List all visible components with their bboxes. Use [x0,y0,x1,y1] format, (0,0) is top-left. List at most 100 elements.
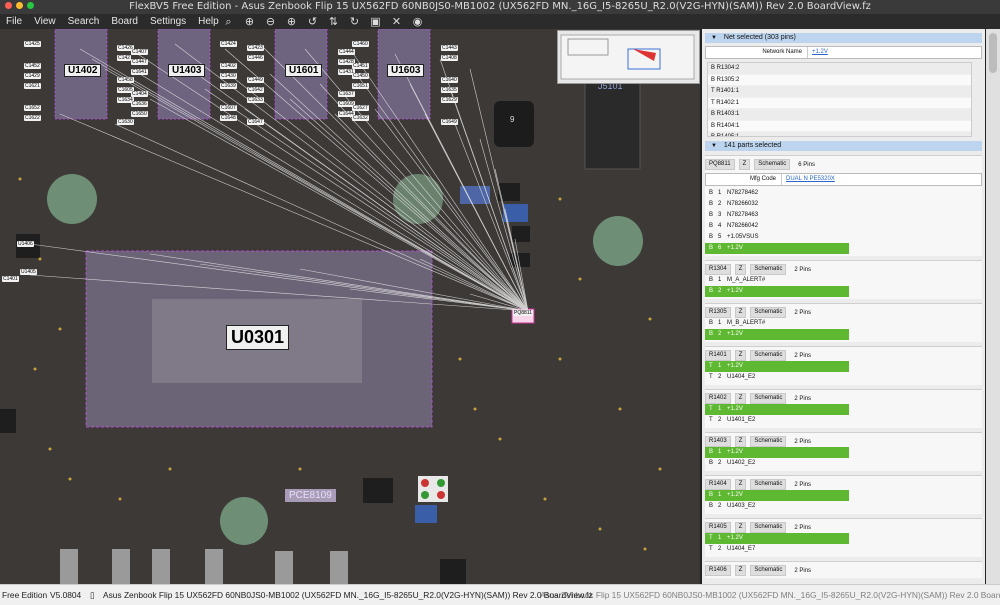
part-pin-row[interactable]: B 2 +1.2V [705,329,849,340]
mfg-code-value[interactable]: DUAL N PE5320X [782,174,835,185]
capacitor-tag[interactable]: C1636 [131,101,148,107]
capacitor-tag[interactable]: C1630 [117,119,134,125]
collapse-triangle-icon[interactable]: ▼ [711,33,717,43]
part-pin-row[interactable]: B 4 N78266042 [705,221,849,232]
net-pin-row[interactable]: T R1401:1 [708,86,971,98]
net-pin-row[interactable]: T R1402:1 [708,98,971,109]
rotate-cw-icon[interactable]: ↻ [344,14,365,29]
part-pin-row[interactable]: B 2 +1.2V [705,286,849,297]
capacitor-tag[interactable]: C1402 [220,63,237,69]
part-pin-row[interactable]: B 1 +1.2V [705,490,849,501]
fit-selection-icon[interactable]: ▣ [365,14,386,29]
part-pin-row[interactable]: B 1 M_B_ALERT# [705,318,849,329]
menu-file[interactable]: File [0,16,28,27]
search-icon[interactable]: ⌕ [218,14,239,29]
capacitor-tag[interactable]: C1452 [24,63,41,69]
part-pin-row[interactable]: T 2 U1401_E2 [705,415,849,426]
capacitor-tag[interactable]: C1429 [24,73,41,79]
capacitor-tag[interactable]: C1635 [441,87,458,93]
capacitor-tag[interactable]: C1647 [247,119,264,125]
rotate-ccw-icon[interactable]: ↺ [302,14,323,29]
part-ref-button[interactable]: R1305 [705,307,731,318]
capacitor-tag[interactable]: C1443 [441,45,458,51]
capacitor-tag[interactable]: C1451 [352,63,369,69]
capacitor-tag[interactable]: C1650 [131,111,148,117]
part-pin-row[interactable]: T 2 U1404_E2 [705,372,849,383]
zoom-part-button[interactable]: Z [734,565,747,576]
capacitor-tag[interactable]: C1424 [220,41,237,47]
zoom-part-button[interactable]: Z [734,307,747,318]
block-9-label[interactable]: 9 [510,115,514,124]
menu-settings[interactable]: Settings [144,16,192,27]
scrollbar-thumb[interactable] [989,33,997,73]
capacitor-tag[interactable]: C1652 [24,105,41,111]
net-selected-header[interactable]: ▼ Net selected (303 pins) [705,33,982,43]
maximize-window-icon[interactable] [27,2,34,9]
net-pin-row[interactable]: B R1403:1 [708,109,971,121]
u1603-label[interactable]: U1603 [387,64,425,77]
part-pin-row[interactable]: T 1 +1.2V [705,533,849,544]
board-minimap[interactable] [557,30,700,84]
capacitor-tag[interactable]: C1633 [247,97,264,103]
part-pin-row[interactable]: B 2 U1402_E2 [705,458,849,469]
part-pin-row[interactable]: B 3 N78278463 [705,210,849,221]
schematic-button[interactable]: Schematic [750,350,787,361]
schematic-button[interactable]: Schematic [750,522,787,533]
pq8811-label[interactable]: PQ8811 [513,310,533,316]
net-pin-row[interactable]: B R1404:1 [708,121,971,132]
u1402-label[interactable]: U1402 [64,64,102,77]
zoom-fit-icon[interactable]: ⊕ [281,14,302,29]
flip-icon[interactable]: ⇅ [323,14,344,29]
part-pin-row[interactable]: B 1 N78278462 [705,188,849,199]
schematic-button[interactable]: Schematic [750,436,787,447]
schematic-button[interactable]: Schematic [750,393,787,404]
capacitor-tag[interactable]: C1447 [131,59,148,65]
close-icon[interactable]: ✕ [386,14,407,29]
capacitor-tag[interactable]: C1408 [441,55,458,61]
part-pin-row[interactable]: B 2 U1403_E2 [705,501,849,512]
part-pin-row[interactable]: B 2 N78266032 [705,199,849,210]
part-ref-button[interactable]: R1402 [705,393,731,404]
parts-selected-header[interactable]: ▼ 141 parts selected [705,141,982,151]
capacitor-tag[interactable]: C1407 [131,49,148,55]
part-pin-row[interactable]: B 1 M_A_ALERT# [705,275,849,286]
menu-search[interactable]: Search [62,16,106,27]
part-ref-button[interactable]: R1404 [705,479,731,490]
capacitor-tag[interactable]: C1458 [117,77,134,83]
collapse-triangle-icon[interactable]: ▼ [711,141,717,151]
u1406-label[interactable]: U1406 [17,241,34,247]
part-pin-row[interactable]: T 1 +1.2V [705,361,849,372]
zoom-part-button[interactable]: Z [734,350,747,361]
zoom-part-button[interactable]: Z [734,522,747,533]
board-canvas[interactable]: U1402 U1403 U1601 U1603 U0301 J5101 PCE8… [0,29,700,584]
capacitor-tag[interactable]: C1649 [441,119,458,125]
schematic-button[interactable]: Schematic [750,479,787,490]
u1601-label[interactable]: U1601 [285,64,323,77]
part-pin-row[interactable]: B 1 +1.2V [705,447,849,458]
menu-board[interactable]: Board [105,16,144,27]
minimize-window-icon[interactable] [16,2,23,9]
capacitor-tag[interactable]: C1446 [247,55,264,61]
part-pin-row[interactable]: T 1 +1.2V [705,404,849,415]
part-ref-button[interactable]: R1406 [705,565,731,576]
zoom-part-button[interactable]: Z [734,436,747,447]
schematic-button[interactable]: Schematic [750,307,787,318]
capacitor-tag[interactable]: C1460 [352,41,369,47]
capacitor-tag[interactable]: C1648 [220,115,237,121]
hide-icon[interactable]: ◉ [407,14,428,29]
zoom-part-button[interactable]: Z [734,393,747,404]
u1403-label[interactable]: U1403 [168,64,206,77]
zoom-part-button[interactable]: Z [734,264,747,275]
capacitor-tag[interactable]: C1404 [131,91,148,97]
capacitor-tag[interactable]: C1423 [247,45,264,51]
capacitor-tag[interactable]: C1641 [131,69,148,75]
capacitor-tag[interactable]: C1444 [338,49,355,55]
part-ref-button[interactable]: R1401 [705,350,731,361]
net-pin-list[interactable]: B R1304:2 B R1305:2 T R1401:1 T R1402:1 B R1… [707,62,972,137]
part-ref-button[interactable]: R1405 [705,522,731,533]
u0301-label[interactable]: U0301 [226,325,290,350]
zoom-part-button[interactable]: Z [734,479,747,490]
part-ref-button[interactable]: PQ8811 [705,159,735,170]
u1405-label[interactable]: U1405 [20,269,37,275]
capacitor-tag[interactable]: C1450 [352,73,369,79]
